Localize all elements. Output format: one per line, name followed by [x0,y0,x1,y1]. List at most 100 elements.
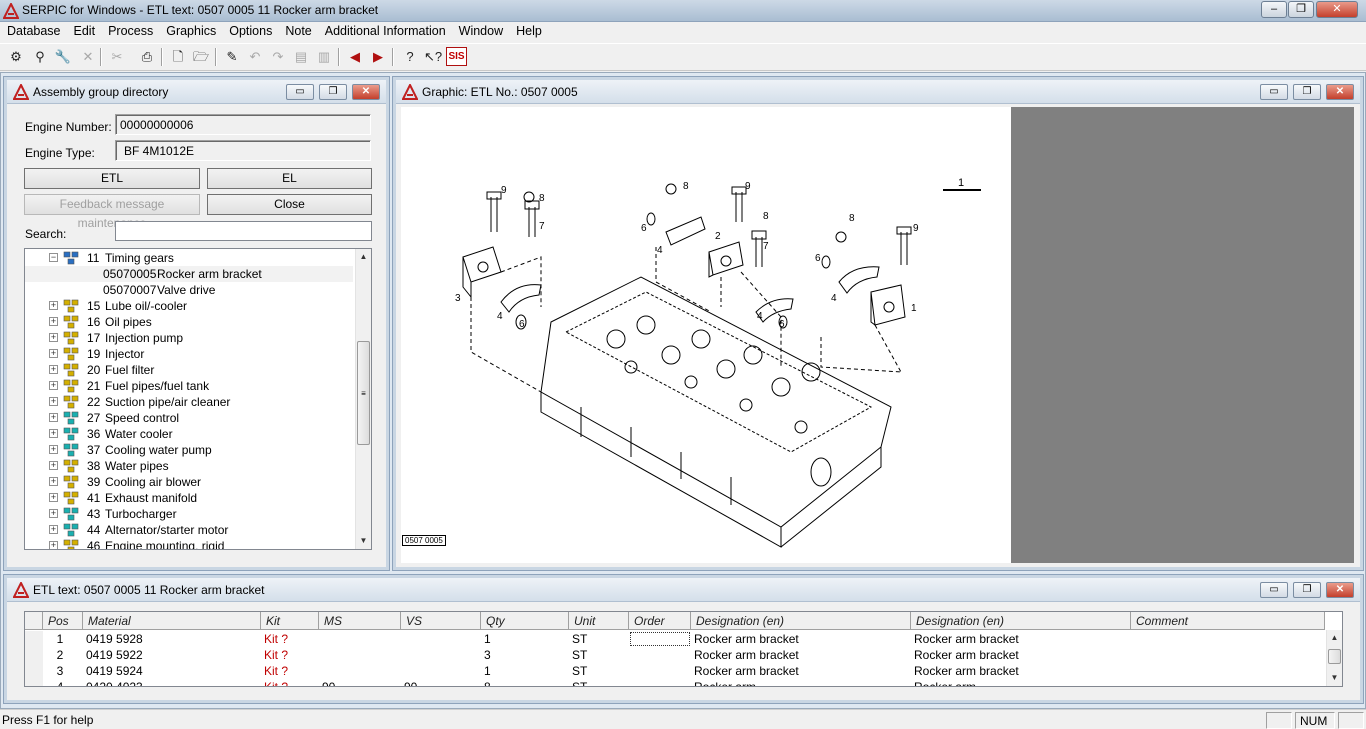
list-icon[interactable]: ▤ [291,47,311,67]
table-cell-order[interactable] [629,647,691,663]
key-icon[interactable]: ⚲ [30,47,50,67]
expand-icon[interactable]: + [49,461,58,470]
menu-process[interactable]: Process [101,22,159,38]
restore-icon[interactable]: ❐ [319,84,347,100]
tree-item[interactable]: +36 Water cooler [25,426,353,442]
close-icon[interactable]: ✕ [1326,84,1354,100]
table-cell-ms[interactable] [319,631,401,647]
feedback-maintenance-button[interactable]: Feedback message maintenance [24,194,200,230]
arrow-left-icon[interactable]: ◀ [345,47,365,67]
column-header[interactable]: Qty [481,612,569,630]
table-cell-ms[interactable] [319,647,401,663]
scroll-up-icon[interactable]: ▲ [356,249,371,265]
expand-icon[interactable]: + [49,541,58,549]
collapse-icon[interactable]: − [49,253,58,262]
minimize-icon[interactable]: ▭ [286,84,314,100]
row-indicator[interactable] [25,663,43,679]
expand-icon[interactable]: + [49,509,58,518]
tree-item[interactable]: +27 Speed control [25,410,353,426]
column-header[interactable]: Designation (en) [691,612,911,630]
expand-icon[interactable]: + [49,365,58,374]
etl-button[interactable]: ETL [24,168,200,189]
column-header[interactable]: Order [629,612,691,630]
table-cell-pos[interactable]: 3 [45,663,75,679]
column-header[interactable]: VS [401,612,481,630]
context-help-icon[interactable]: ↖? [423,47,443,67]
table-cell-order[interactable] [629,663,691,679]
table-cell-material[interactable]: 0419 5922 [83,647,261,663]
column-header[interactable]: Kit [261,612,319,630]
expand-icon[interactable]: + [49,317,58,326]
scroll-down-icon[interactable]: ▼ [356,533,371,549]
table-cell-pos[interactable]: 2 [45,647,75,663]
tree-item[interactable]: +21 Fuel pipes/fuel tank [25,378,353,394]
tree-item[interactable]: +17 Injection pump [25,330,353,346]
table-cell-des1[interactable]: Rocker arm [691,679,911,686]
table-cell-material[interactable]: 0420 4023 [83,679,261,686]
table-cell-material[interactable]: 0419 5924 [83,663,261,679]
tree-item[interactable]: +15 Lube oil/-cooler [25,298,353,314]
menu-help[interactable]: Help [509,22,548,38]
restore-button[interactable]: ❐ [1288,1,1314,18]
table-cell-vs[interactable] [401,647,481,663]
table-cell-qty[interactable]: 1 [481,631,569,647]
column-header[interactable]: Material [83,612,261,630]
table-cell-vs[interactable]: 90 [401,679,481,686]
table-cell-kit[interactable]: Kit ? [261,631,319,647]
sis-button[interactable]: SIS [446,47,467,66]
tree-item[interactable]: 05070005 Rocker arm bracket [25,266,353,282]
expand-icon[interactable]: + [49,413,58,422]
table-cell-kit[interactable]: Kit ? [261,679,319,686]
tree-item[interactable]: +38 Water pipes [25,458,353,474]
expand-icon[interactable]: + [49,301,58,310]
table-cell-pos[interactable]: 4 [45,679,75,686]
table-cell-des2[interactable]: Rocker arm bracket [911,631,1131,647]
table-cell-comment[interactable] [1131,663,1325,679]
column-header[interactable]: MS [319,612,401,630]
tree-item[interactable]: − 11 Timing gears [25,250,353,266]
tree-item[interactable]: +20 Fuel filter [25,362,353,378]
menu-window[interactable]: Window [452,22,509,38]
tree-item[interactable]: +37 Cooling water pump [25,442,353,458]
search-input[interactable] [115,221,372,241]
table-cell-order[interactable] [629,631,691,647]
table-cell-kit[interactable]: Kit ? [261,647,319,663]
table-cell-des1[interactable]: Rocker arm bracket [691,647,911,663]
close-button[interactable]: ✕ [1316,1,1358,18]
tree-item[interactable]: +43 Turbocharger [25,506,353,522]
scroll-down-icon[interactable]: ▼ [1327,670,1342,686]
expand-icon[interactable]: + [49,493,58,502]
table-cell-comment[interactable] [1131,679,1325,686]
tree-item[interactable]: +46 Engine mounting, rigid [25,538,353,549]
tree-item[interactable]: +22 Suction pipe/air cleaner [25,394,353,410]
tree-item[interactable]: +19 Injector [25,346,353,362]
expand-icon[interactable]: + [49,525,58,534]
table-cell-comment[interactable] [1131,647,1325,663]
close-button[interactable]: Close [207,194,372,215]
wrench-icon[interactable]: 🔧 [53,47,73,67]
delete-icon[interactable]: ✕ [78,47,98,67]
restore-icon[interactable]: ❐ [1293,582,1321,598]
table-cell-vs[interactable] [401,663,481,679]
expand-icon[interactable]: + [49,445,58,454]
table-scrollbar[interactable]: ▲ ▼ [1326,630,1342,686]
undo-icon[interactable]: ↶ [245,47,265,67]
minimize-button[interactable]: ‒ [1261,1,1287,18]
row-indicator[interactable] [25,647,43,663]
scroll-thumb[interactable]: ≡ [357,341,370,445]
tree-item[interactable]: +44 Alternator/starter motor [25,522,353,538]
expand-icon[interactable]: + [49,349,58,358]
close-icon[interactable]: ✕ [1326,582,1354,598]
table-cell-des1[interactable]: Rocker arm bracket [691,631,911,647]
tree-item[interactable]: +39 Cooling air blower [25,474,353,490]
minimize-icon[interactable]: ▭ [1260,582,1288,598]
minimize-icon[interactable]: ▭ [1260,84,1288,100]
table-cell-unit[interactable]: ST [569,679,629,686]
tree-scrollbar[interactable]: ▲ ≡ ▼ [355,249,371,549]
table-cell-unit[interactable]: ST [569,631,629,647]
menu-graphics[interactable]: Graphics [159,22,222,38]
color-pencil-icon[interactable]: ✎ [222,47,242,67]
table-cell-des1[interactable]: Rocker arm bracket [691,663,911,679]
table-cell-des2[interactable]: Rocker arm [911,679,1131,686]
column-header[interactable]: Comment [1131,612,1325,630]
